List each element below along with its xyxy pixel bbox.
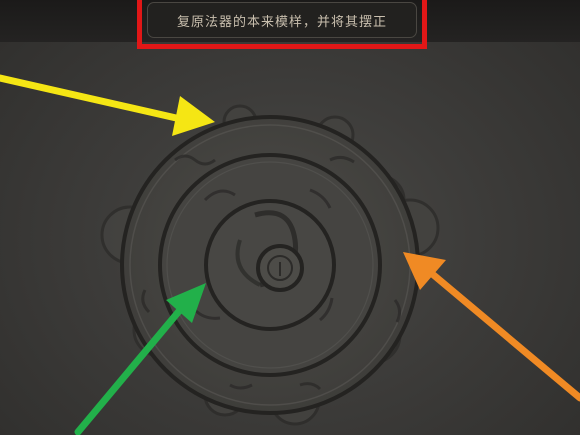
yellow-arrow (0, 74, 215, 136)
game-scene (0, 0, 580, 435)
center-knob[interactable] (256, 244, 304, 292)
puzzle-svg (0, 74, 580, 435)
hint-highlight-frame (137, 0, 427, 49)
orange-arrow (403, 252, 580, 402)
